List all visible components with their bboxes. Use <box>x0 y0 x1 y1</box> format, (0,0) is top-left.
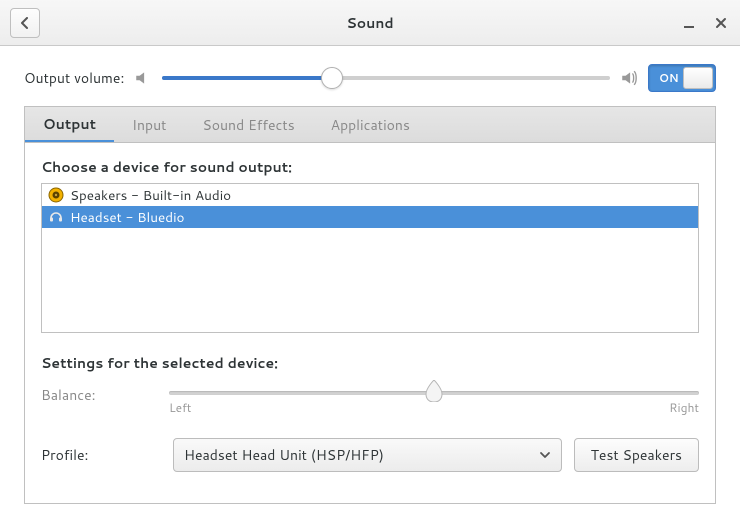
window-title: Sound <box>0 13 740 33</box>
tab-input[interactable]: Input <box>114 107 184 142</box>
device-label: Speakers - Built-in Audio <box>70 186 231 205</box>
tab-label: Input <box>132 115 166 135</box>
device-settings-section: Settings for the selected device: Balanc… <box>41 353 699 472</box>
tab-applications[interactable]: Applications <box>313 107 428 142</box>
choose-device-label: Choose a device for sound output: <box>41 157 699 177</box>
volume-low-icon <box>134 69 152 87</box>
volume-high-icon <box>620 69 638 87</box>
device-label: Headset - Bluedio <box>70 208 185 227</box>
speaker-icon <box>48 187 64 203</box>
balance-slider[interactable]: Left Right <box>169 381 699 416</box>
device-row-speakers[interactable]: Speakers - Built-in Audio <box>42 184 698 206</box>
window-controls <box>680 14 730 32</box>
balance-right-label: Right <box>669 399 699 416</box>
switch-knob <box>683 67 713 89</box>
chevron-left-icon <box>19 17 31 29</box>
tab-label: Sound Effects <box>202 115 294 135</box>
tab-output[interactable]: Output <box>25 107 114 143</box>
balance-thumb[interactable] <box>425 380 443 402</box>
balance-left-label: Left <box>169 399 191 416</box>
test-speakers-button[interactable]: Test Speakers <box>574 438 699 472</box>
settings-label: Settings for the selected device: <box>41 353 699 373</box>
output-device-list[interactable]: Speakers - Built-in Audio Headset - Blue… <box>41 183 699 333</box>
tab-label: Applications <box>331 115 410 135</box>
output-volume-row: Output volume: ON <box>24 64 716 92</box>
output-volume-label: Output volume: <box>24 68 124 88</box>
balance-row: Balance: Left Right <box>41 381 699 416</box>
tab-label: Output <box>43 114 96 134</box>
tab-sound-effects[interactable]: Sound Effects <box>184 107 312 142</box>
profile-row: Profile: Headset Head Unit (HSP/HFP) Tes… <box>41 438 699 472</box>
output-volume-slider[interactable] <box>162 68 610 88</box>
back-button[interactable] <box>10 8 40 38</box>
switch-on-label: ON <box>659 70 679 86</box>
button-label: Test Speakers <box>591 445 682 465</box>
slider-thumb[interactable] <box>321 67 343 89</box>
profile-combobox[interactable]: Headset Head Unit (HSP/HFP) <box>173 438 562 472</box>
balance-label: Balance: <box>41 381 161 405</box>
profile-selected-text: Headset Head Unit (HSP/HFP) <box>184 445 384 465</box>
chevron-down-icon <box>539 449 551 461</box>
output-panel: Choose a device for sound output: Speake… <box>24 142 716 504</box>
profile-label: Profile: <box>41 445 161 465</box>
minimize-button[interactable] <box>680 14 698 32</box>
content-area: Output volume: ON Output Input Sound Eff… <box>0 46 740 528</box>
tab-bar: Output Input Sound Effects Applications <box>24 106 716 142</box>
close-button[interactable] <box>712 14 730 32</box>
slider-track <box>162 76 610 80</box>
slider-fill <box>162 76 332 80</box>
title-bar: Sound <box>0 0 740 46</box>
device-row-headset[interactable]: Headset - Bluedio <box>42 206 698 228</box>
output-volume-switch[interactable]: ON <box>648 64 716 92</box>
headset-icon <box>48 209 64 225</box>
